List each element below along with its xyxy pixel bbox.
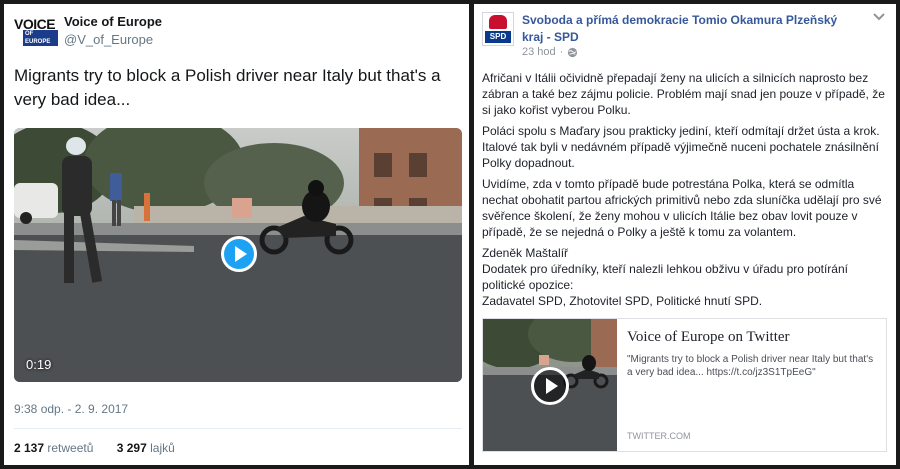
author-handle[interactable]: @V_of_Europe	[64, 32, 153, 47]
link-domain: TWITTER.COM	[627, 431, 691, 441]
divider	[14, 428, 462, 429]
facebook-post: SPD Svoboda a přímá demokracie Tomio Oka…	[474, 4, 896, 465]
post-time[interactable]: 23 hod	[522, 46, 556, 58]
tweet-stats: 2 137 retweetů 3 297 lajků	[14, 441, 195, 455]
globe-icon	[568, 47, 578, 57]
tweet-card: VOICE OF EUROPE Voice of Europe @V_of_Eu…	[4, 4, 469, 465]
play-icon	[235, 246, 247, 262]
preview-play-button[interactable]	[531, 367, 569, 405]
separator-dot: ·	[559, 46, 564, 58]
tweet-text: Migrants try to block a Polish driver ne…	[14, 66, 441, 109]
logo-subtext: OF EUROPE	[23, 30, 58, 46]
link-preview-image[interactable]	[483, 319, 617, 451]
post-body: Afričani v Itálii očividně přepadají žen…	[482, 70, 887, 314]
page-avatar[interactable]: SPD	[482, 12, 514, 46]
post-paragraph: Poláci spolu s Maďary jsou prakticky jed…	[482, 124, 880, 170]
video-duration: 0:19	[26, 357, 52, 372]
chevron-down-icon[interactable]	[872, 12, 886, 22]
play-button[interactable]	[221, 236, 257, 272]
spd-logo-text: SPD	[485, 31, 511, 43]
post-meta: 23 hod ·	[522, 46, 578, 58]
link-preview-card[interactable]: Voice of Europe on Twitter "Migrants try…	[482, 318, 887, 452]
link-title[interactable]: Voice of Europe on Twitter	[627, 329, 877, 346]
likes-label: lajků	[150, 441, 175, 455]
play-icon	[546, 378, 558, 394]
retweets-stat[interactable]: 2 137 retweetů	[14, 441, 93, 455]
lion-emblem	[489, 15, 507, 29]
author-avatar[interactable]: VOICE OF EUROPE	[14, 16, 58, 46]
page-name[interactable]: Svoboda a přímá demokracie Tomio Okamura…	[522, 12, 852, 46]
tweet-video[interactable]: 0:19	[14, 128, 462, 382]
retweets-count: 2 137	[14, 441, 45, 455]
likes-stat[interactable]: 3 297 lajků	[117, 441, 175, 455]
tweet-header: VOICE OF EUROPE Voice of Europe @V_of_Eu…	[14, 12, 454, 52]
post-paragraph: Afričani v Itálii očividně přepadají žen…	[482, 71, 885, 117]
tweet-timestamp[interactable]: 9:38 odp. - 2. 9. 2017	[14, 402, 128, 416]
post-paragraph: Zdeněk Maštalíř Dodatek pro úředníky, kt…	[482, 246, 848, 308]
link-description: "Migrants try to block a Polish driver n…	[627, 354, 874, 378]
retweets-label: retweetů	[47, 441, 94, 455]
author-name[interactable]: Voice of Europe	[64, 14, 162, 29]
likes-count: 3 297	[116, 441, 147, 455]
post-paragraph: Uvidíme, zda v tomto případě bude potres…	[482, 177, 882, 239]
